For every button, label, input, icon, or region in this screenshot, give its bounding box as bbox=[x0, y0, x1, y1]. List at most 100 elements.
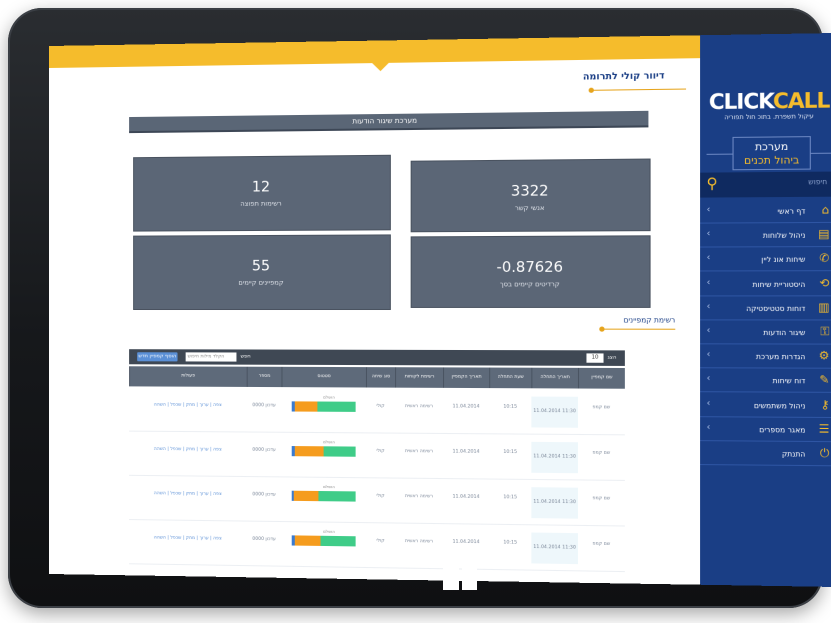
table-cell-name: שם קמפ bbox=[592, 405, 611, 411]
chevron-left-icon: ‹ bbox=[706, 422, 711, 433]
stat-card-lists[interactable]: 12 רשימות תפוצה bbox=[133, 154, 391, 232]
title-underline bbox=[589, 88, 687, 91]
menu-icon: ✆ bbox=[819, 251, 830, 266]
table-cell-name: שם קמפ bbox=[592, 541, 611, 548]
table-cell-actions[interactable]: צפה | ערוך | מחק | שכפל | השהה bbox=[129, 535, 247, 542]
campaigns-underline bbox=[600, 328, 676, 330]
table-search-input[interactable]: הקלד מילות חיפוש bbox=[185, 352, 237, 362]
sidebar-item[interactable]: ‹ ניהול שלוחות ▤ bbox=[700, 227, 831, 248]
sidebar-item[interactable]: התנתק ⏻ bbox=[700, 445, 831, 467]
column-header[interactable]: סטטוס bbox=[281, 366, 366, 388]
tablet-screen: דיוור קולי לתרומה מערכת שיגור הודעות 332… bbox=[49, 32, 831, 588]
table-cell-date: 11.04.2014 11:30 bbox=[531, 441, 578, 474]
brand-line-right bbox=[810, 152, 831, 154]
column-header[interactable]: סוג שיחה bbox=[365, 367, 396, 388]
menu-icon: ⚙ bbox=[818, 348, 830, 363]
table-cell-type: קולי bbox=[376, 403, 385, 410]
table-cell-actions[interactable]: צפה | ערוך | מחק | שכפל | השהה bbox=[129, 402, 247, 408]
sidebar-item-label: הגדרות מערכת bbox=[755, 352, 806, 362]
table-row[interactable]: שם קמפ 11.04.2014 11:30 10:15 11.04.2014 רשי… bbox=[129, 432, 625, 481]
table-row[interactable]: שם קמפ 11.04.2014 11:30 10:15 11.04.2014 רשי… bbox=[129, 388, 625, 436]
chevron-left-icon: ‹ bbox=[706, 301, 711, 312]
table-cell-time: 10:15 bbox=[503, 449, 518, 456]
chevron-left-icon: ‹ bbox=[706, 373, 711, 385]
column-header[interactable]: תאריך הקמפיין bbox=[442, 367, 490, 389]
table-cell-date: 11.04.2014 11:30 bbox=[531, 532, 578, 565]
table-row[interactable]: שם קמפ 11.04.2014 11:30 10:15 11.04.2014 רשי… bbox=[129, 521, 625, 573]
sidebar-item[interactable]: ‹ שיחות אונ ליין ✆ bbox=[700, 251, 831, 272]
sidebar-item[interactable]: ‹ היסטוריית שיחות ⟲ bbox=[700, 275, 831, 297]
sidebar-item-label: שיגור הודעות bbox=[763, 328, 806, 338]
status-caption: הושלם bbox=[323, 394, 335, 400]
progress-segment-green bbox=[320, 535, 356, 547]
table-cell-name: שם קמפ bbox=[592, 496, 611, 502]
column-header[interactable]: רשימת לקוחות bbox=[395, 367, 443, 388]
chevron-left-icon: ‹ bbox=[706, 349, 711, 361]
sidebar-item-label: היסטוריית שיחות bbox=[752, 280, 806, 289]
search-icon[interactable]: ⚲ bbox=[707, 176, 718, 193]
progress-segment-green bbox=[318, 490, 356, 502]
chevron-left-icon: ‹ bbox=[706, 228, 711, 240]
accent-notch bbox=[372, 62, 389, 72]
status-caption: הושלם bbox=[323, 528, 335, 534]
table-cell-time: 10:15 bbox=[503, 495, 518, 501]
table-cell-type: קולי bbox=[376, 448, 385, 454]
column-header[interactable]: שם קמפיין bbox=[577, 367, 625, 389]
menu-icon: ⚷ bbox=[820, 397, 830, 412]
windows-logo-icon[interactable] bbox=[443, 556, 477, 590]
table-cell-time: 10:15 bbox=[503, 404, 518, 410]
column-header[interactable]: פעולות bbox=[129, 366, 247, 387]
sidebar-item[interactable]: ‹ הגדרות מערכת ⚙ bbox=[700, 348, 831, 369]
column-header[interactable]: שעת התחלה bbox=[489, 367, 532, 389]
stat-label: קרדיטים קיימים בסך bbox=[499, 280, 560, 289]
table-toolbar: הוסף קמפיין חדש הקלד מילות חיפוש חפש 10 … bbox=[129, 349, 625, 366]
menu-icon: ⚿ bbox=[820, 324, 830, 339]
sidebar-item[interactable]: ‹ דוח שיחות ✎ bbox=[700, 372, 831, 394]
table-cell-actions[interactable]: צפה | ערוך | מחק | שכפל | השהה bbox=[129, 447, 247, 453]
table-cell-list: רשימה ראשית bbox=[404, 449, 434, 455]
sidebar-search-placeholder: חיפוש bbox=[808, 177, 828, 187]
sidebar-item[interactable]: ‹ ניהול משתמשים ⚷ bbox=[700, 396, 831, 418]
table-cell-created: 11.04.2014 bbox=[452, 539, 480, 546]
sidebar-item[interactable]: ‹ שיגור הודעות ⚿ bbox=[700, 324, 831, 345]
stat-card-campaigns[interactable]: 55 קמפיינים קיימים bbox=[133, 234, 391, 310]
sidebar-item-label: דף ראשי bbox=[777, 207, 806, 216]
table-cell-actions[interactable]: צפה | ערוך | מחק | שכפל | השהה bbox=[129, 491, 247, 497]
logo-call-text: CALL bbox=[772, 87, 830, 114]
page-size-select[interactable]: 10 bbox=[586, 353, 604, 363]
sidebar-search[interactable]: ⚲ חיפוש bbox=[700, 171, 831, 198]
status-progress-bar bbox=[291, 401, 356, 412]
stat-card-contacts[interactable]: 3322 אנשי קשר bbox=[410, 158, 651, 233]
table-cell-list: רשימה ראשית bbox=[404, 538, 434, 545]
sidebar-item-label: ניהול שלוחות bbox=[762, 231, 806, 241]
show-label: הצג bbox=[607, 354, 617, 361]
sidebar-item[interactable]: ‹ דף ראשי ⌂ bbox=[700, 202, 831, 224]
status-caption: הושלם bbox=[323, 439, 335, 445]
table-cell-date: 11.04.2014 11:30 bbox=[531, 487, 578, 519]
menu-icon: ⟲ bbox=[819, 275, 830, 290]
stat-value: 3322 bbox=[510, 183, 549, 200]
table-cell-number: 0000 עדכון bbox=[252, 536, 276, 543]
title-dot bbox=[588, 87, 594, 93]
sidebar-item[interactable]: ‹ מאגר מספרים ☰ bbox=[700, 421, 831, 442]
progress-segment-green bbox=[323, 446, 356, 457]
column-header[interactable]: תאריך התחלה bbox=[531, 367, 578, 389]
table-row[interactable]: שם קמפ 11.04.2014 11:30 10:15 11.04.2014 רשי… bbox=[129, 476, 625, 527]
stat-value: 55 bbox=[251, 258, 271, 275]
stat-label: אנשי קשר bbox=[514, 203, 545, 213]
column-header[interactable]: מספר bbox=[246, 366, 282, 388]
stat-card-credits[interactable]: -0.87626 קרדיטים קיימים בסך bbox=[410, 235, 651, 308]
table-cell-list: רשימה ראשית bbox=[404, 404, 434, 410]
menu-icon: ✎ bbox=[819, 373, 830, 387]
table-cell-created: 11.04.2014 bbox=[452, 494, 480, 500]
add-campaign-button[interactable]: הוסף קמפיין חדש bbox=[137, 352, 178, 362]
campaigns-title: רשימת קמפיינים bbox=[623, 316, 676, 325]
brand-line-left bbox=[706, 153, 733, 155]
menu-icon: ▤ bbox=[818, 227, 830, 242]
status-progress-bar bbox=[291, 490, 356, 502]
search-label: חפש bbox=[240, 353, 251, 360]
sidebar-item[interactable]: ‹ דוחות סטטיסטיקה ▥ bbox=[700, 300, 831, 321]
sidebar-item-label: דוחות סטטיסטיקה bbox=[746, 304, 806, 313]
stat-label: רשימות תפוצה bbox=[240, 199, 282, 208]
chevron-left-icon: ‹ bbox=[706, 204, 711, 216]
